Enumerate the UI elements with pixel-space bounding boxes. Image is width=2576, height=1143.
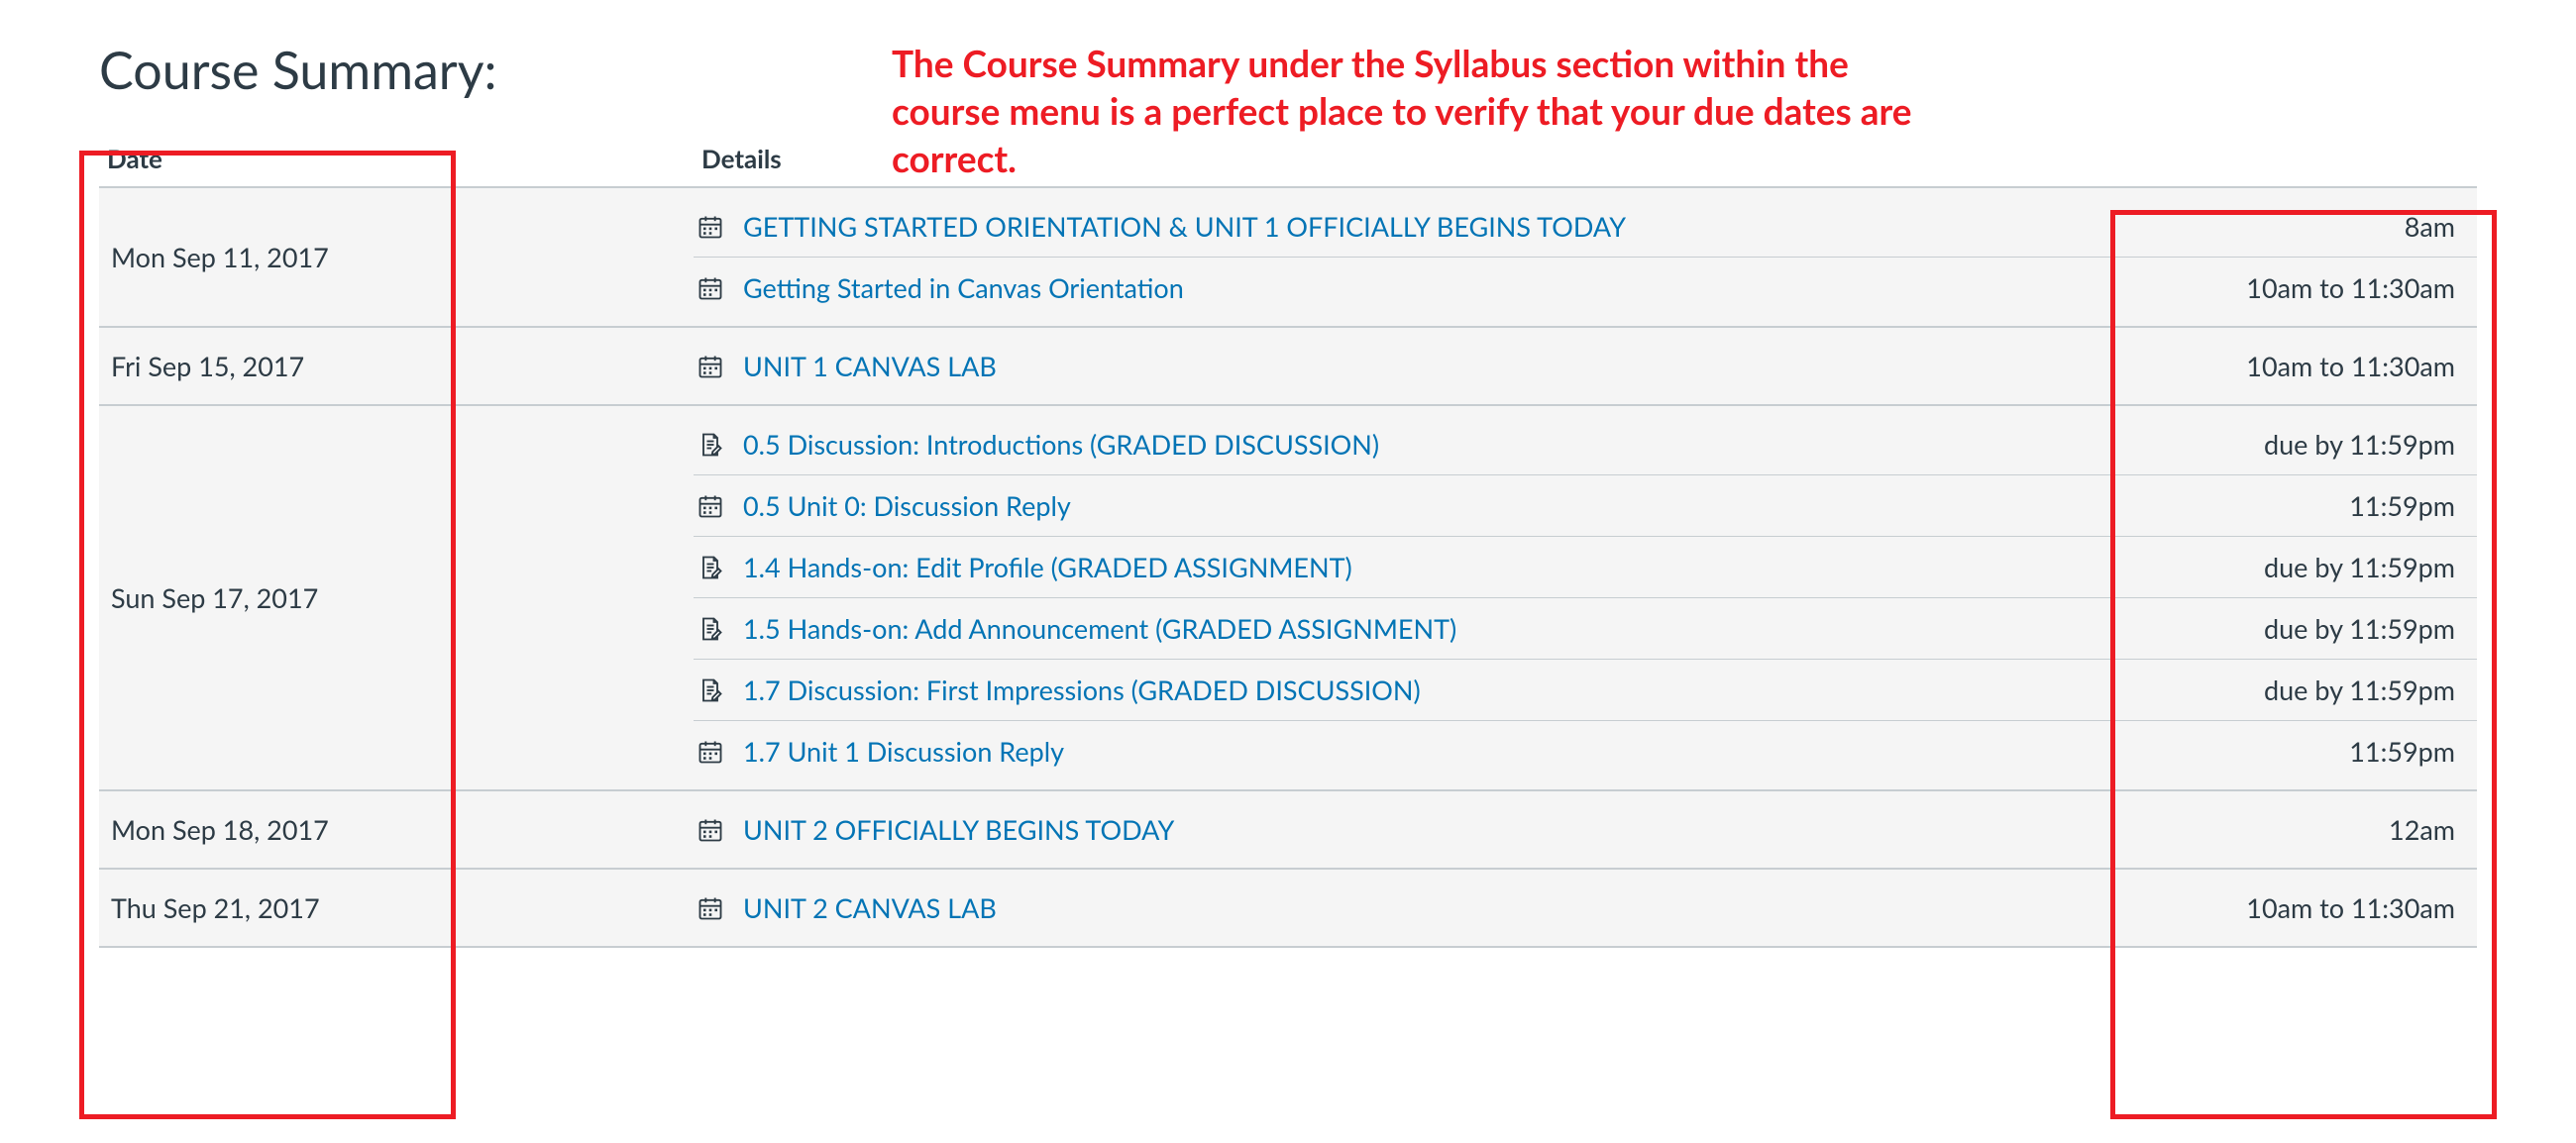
table-row: Mon Sep 18, 2017UNIT 2 OFFICIALLY BEGINS…	[99, 790, 2477, 869]
date-cell: Mon Sep 18, 2017	[99, 790, 694, 869]
calendar-icon	[694, 816, 727, 844]
details-cell: UNIT 2 OFFICIALLY BEGINS TODAY 12am	[694, 790, 2477, 869]
list-item: 1.7 Discussion: First Impressions (GRADE…	[694, 660, 2477, 721]
calendar-icon	[694, 894, 727, 922]
due-time: 10am to 11:30am	[2132, 891, 2469, 924]
list-item: 0.5 Unit 0: Discussion Reply 11:59pm	[694, 475, 2477, 537]
table-row: Thu Sep 21, 2017 UNIT 2 CANVAS LAB 10am to…	[99, 869, 2477, 947]
assignment-icon	[694, 554, 727, 581]
item-link[interactable]: 1.7 Unit 1 Discussion Reply	[743, 735, 1064, 768]
details-cell: UNIT 1 CANVAS LAB 10am to 11:30am	[694, 327, 2477, 405]
due-time: due by 11:59pm	[2132, 551, 2469, 583]
due-time: due by 11:59pm	[2132, 428, 2469, 461]
list-item: UNIT 2 CANVAS LAB 10am to 11:30am	[694, 878, 2477, 938]
calendar-icon	[694, 738, 727, 766]
details-cell: UNIT 2 CANVAS LAB 10am to 11:30am	[694, 869, 2477, 947]
assignment-icon	[694, 615, 727, 643]
item-link[interactable]: 1.7 Discussion: First Impressions (GRADE…	[743, 674, 1421, 706]
column-header-date: Date	[99, 131, 694, 187]
date-cell: Sun Sep 17, 2017	[99, 405, 694, 790]
due-time: due by 11:59pm	[2132, 612, 2469, 645]
item-link[interactable]: 1.4 Hands-on: Edit Profile (GRADED ASSIG…	[743, 551, 1352, 583]
due-time: 12am	[2132, 813, 2469, 846]
item-link[interactable]: UNIT 2 CANVAS LAB	[743, 891, 997, 924]
item-link[interactable]: UNIT 2 OFFICIALLY BEGINS TODAY	[743, 813, 1174, 846]
item-link[interactable]: 1.5 Hands-on: Add Announcement (GRADED A…	[743, 612, 1456, 645]
date-cell: Fri Sep 15, 2017	[99, 327, 694, 405]
item-link[interactable]: UNIT 1 CANVAS LAB	[743, 350, 997, 382]
details-cell: GETTING STARTED ORIENTATION & UNIT 1 OFF…	[694, 187, 2477, 327]
calendar-icon	[694, 492, 727, 520]
due-time: 11:59pm	[2132, 489, 2469, 522]
details-cell: 0.5 Discussion: Introductions (GRADED DI…	[694, 405, 2477, 790]
assignment-icon	[694, 431, 727, 459]
list-item: UNIT 2 OFFICIALLY BEGINS TODAY 12am	[694, 799, 2477, 860]
item-link[interactable]: Getting Started in Canvas Orientation	[743, 271, 1184, 304]
item-link[interactable]: 0.5 Unit 0: Discussion Reply	[743, 489, 1071, 522]
annotation-callout: The Course Summary under the Syllabus se…	[892, 40, 1932, 182]
list-item: 0.5 Discussion: Introductions (GRADED DI…	[694, 414, 2477, 475]
list-item: UNIT 1 CANVAS LAB 10am to 11:30am	[694, 336, 2477, 396]
calendar-icon	[694, 274, 727, 302]
table-row: Sun Sep 17, 2017 0.5 Discussion: Introduc…	[99, 405, 2477, 790]
list-item: Getting Started in Canvas Orientation 10a…	[694, 258, 2477, 318]
due-time: 11:59pm	[2132, 735, 2469, 768]
item-link[interactable]: GETTING STARTED ORIENTATION & UNIT 1 OFF…	[743, 210, 1626, 243]
calendar-icon	[694, 353, 727, 380]
due-time: 10am to 11:30am	[2132, 350, 2469, 382]
list-item: GETTING STARTED ORIENTATION & UNIT 1 OFF…	[694, 196, 2477, 258]
calendar-icon	[694, 213, 727, 241]
course-summary-table: Date Details Mon Sep 11, 2017GETTING STA…	[99, 131, 2477, 948]
table-row: Mon Sep 11, 2017 GETTING STARTED ORIENTAT…	[99, 187, 2477, 327]
list-item: 1.5 Hands-on: Add Announcement (GRADED A…	[694, 598, 2477, 660]
due-time: 10am to 11:30am	[2132, 271, 2469, 304]
list-item: 1.7 Unit 1 Discussion Reply 11:59pm	[694, 721, 2477, 781]
date-cell: Mon Sep 11, 2017	[99, 187, 694, 327]
due-time: 8am	[2132, 210, 2469, 243]
assignment-icon	[694, 676, 727, 704]
date-cell: Thu Sep 21, 2017	[99, 869, 694, 947]
due-time: due by 11:59pm	[2132, 674, 2469, 706]
table-row: Fri Sep 15, 2017 UNIT 1 CANVAS LAB 10am to…	[99, 327, 2477, 405]
item-link[interactable]: 0.5 Discussion: Introductions (GRADED DI…	[743, 428, 1379, 461]
list-item: 1.4 Hands-on: Edit Profile (GRADED ASSIG…	[694, 537, 2477, 598]
